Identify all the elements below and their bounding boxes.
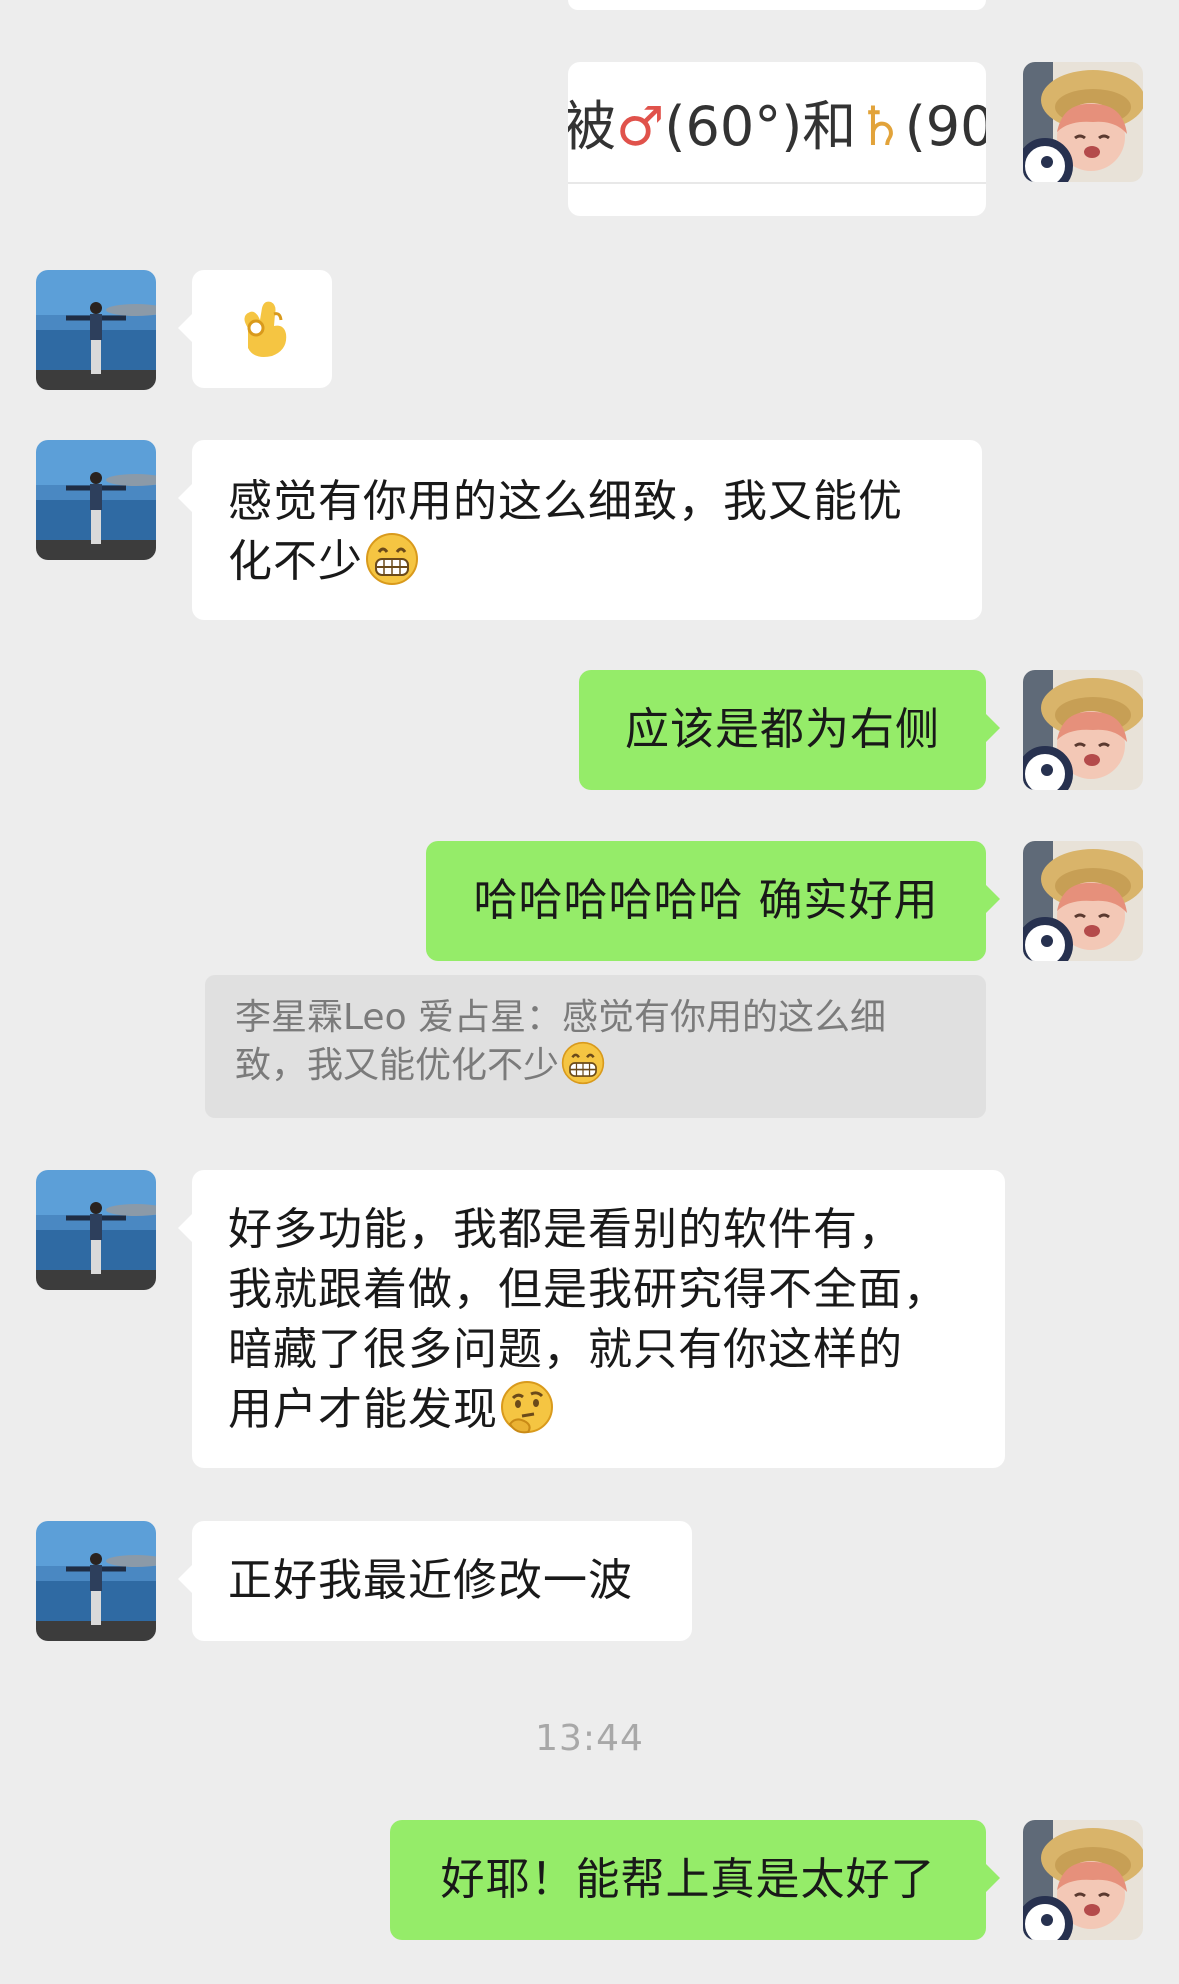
quoted-message[interactable]: 李星霖Leo 爱占星：感觉有你用的这么细 致，我又能优化不少 (205, 975, 986, 1118)
message-text-line: 我就跟着做，但是我研究得不全面， (228, 1264, 948, 1315)
message-bubble-incoming[interactable] (178, 270, 332, 388)
message-bubble-incoming[interactable]: 正好我最近修改一波 (178, 1521, 692, 1641)
message-text-line: 化不少 (228, 532, 946, 592)
message-bubble-outgoing[interactable]: 哈哈哈哈哈哈 确实好用 (426, 841, 1000, 961)
message-text-line: 暗藏了很多问题，就只有你这样的 (228, 1324, 903, 1375)
contact-avatar[interactable] (36, 1521, 156, 1641)
mars-symbol-icon: ♂ (616, 95, 665, 158)
message-bubble-incoming[interactable]: 感觉有你用的这么细致，我又能优 化不少 (178, 440, 982, 620)
my-avatar[interactable] (1023, 841, 1143, 961)
message-bubble-outgoing[interactable]: 应该是都为右侧 (579, 670, 1000, 790)
message-text-line: 好多功能，我都是看别的软件有， (228, 1204, 903, 1255)
my-avatar[interactable] (1023, 670, 1143, 790)
message-text: 哈哈哈哈哈哈 确实好用 (473, 875, 939, 926)
ok-hand-emoji-icon (244, 301, 287, 357)
contact-avatar[interactable] (36, 440, 156, 560)
message-text-line: 用户才能发现 (228, 1380, 969, 1440)
message-bubble-incoming[interactable]: 好多功能，我都是看别的软件有， 我就跟着做，但是我研究得不全面， 暗藏了很多问题… (178, 1170, 1005, 1468)
astrology-text: 被♂(60°)和♄(90 (568, 95, 986, 158)
card-divider (568, 182, 986, 184)
thinking-face-emoji-icon (501, 1381, 553, 1434)
saturn-symbol-icon: ♄ (856, 95, 905, 158)
contact-avatar[interactable] (36, 270, 156, 390)
message-text: 正好我最近修改一波 (228, 1555, 633, 1606)
timestamp: 13:44 (535, 1718, 644, 1759)
grinning-face-emoji-icon (561, 1041, 605, 1085)
previous-message-card-top (568, 0, 986, 10)
astrology-text-card[interactable]: 被♂(60°)和♄(90 (568, 62, 986, 216)
quote-text-line: 李星霖Leo 爱占星：感觉有你用的这么细 (235, 997, 887, 1038)
message-text-line: 感觉有你用的这么细致，我又能优 (228, 476, 903, 527)
my-avatar[interactable] (1023, 1820, 1143, 1940)
grinning-face-emoji-icon (366, 533, 418, 585)
chat-view: 被♂(60°)和♄(90 感觉有你用的这么细致，我又能优 化不少 应该是都为右侧… (0, 0, 1179, 1984)
message-text: 好耶！能帮上真是太好了 (440, 1854, 936, 1905)
my-avatar[interactable] (1023, 62, 1143, 182)
contact-avatar[interactable] (36, 1170, 156, 1290)
message-text: 应该是都为右侧 (625, 704, 940, 755)
quote-text-line: 致，我又能优化不少 (235, 1041, 956, 1089)
message-bubble-outgoing[interactable]: 好耶！能帮上真是太好了 (390, 1820, 1000, 1940)
